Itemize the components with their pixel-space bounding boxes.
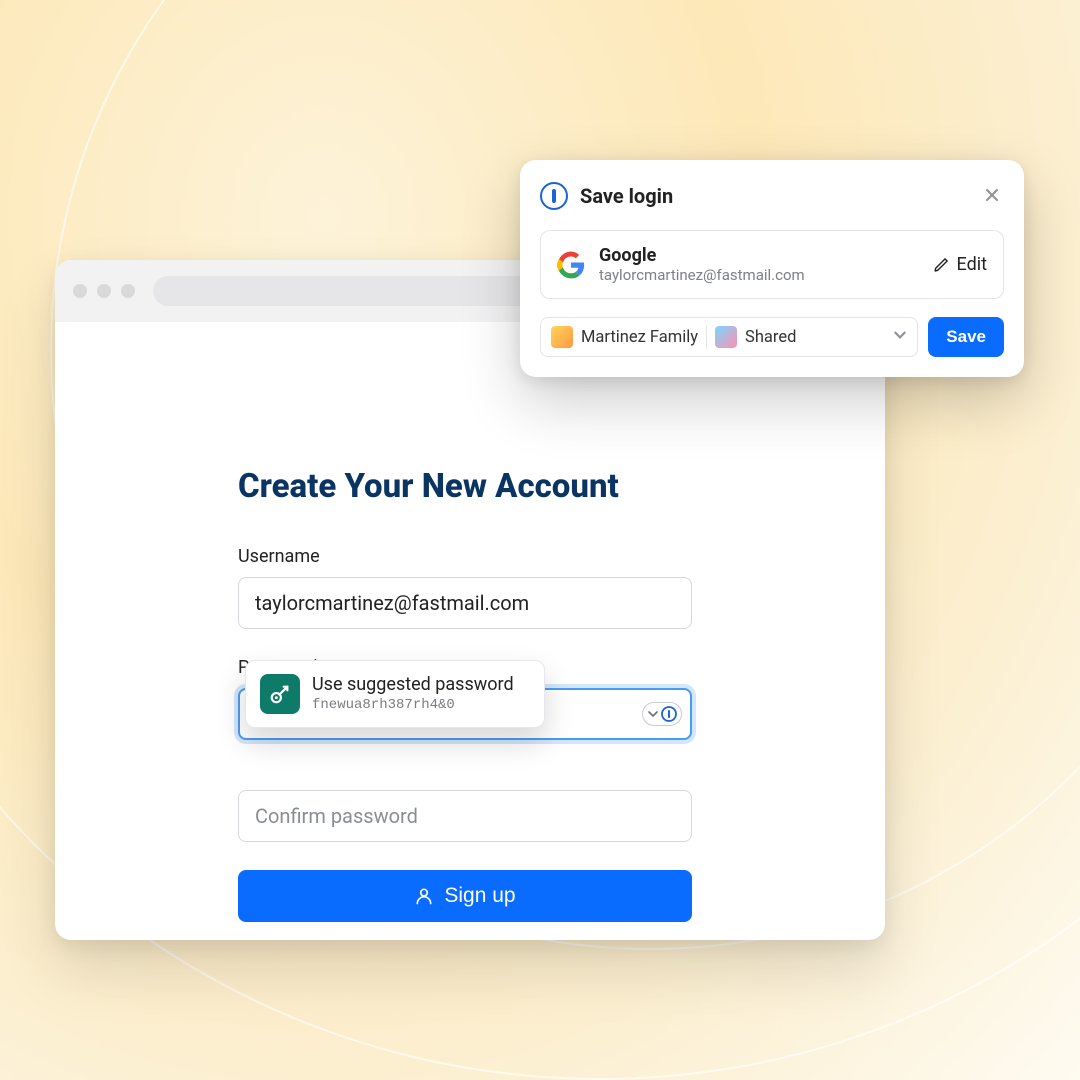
login-name: Google — [599, 245, 919, 266]
username-value: taylorcmartinez@fastmail.com — [255, 591, 529, 615]
chevron-down-icon — [893, 328, 907, 347]
vault-picker[interactable]: Martinez Family Shared — [540, 317, 918, 357]
username-field[interactable]: taylorcmartinez@fastmail.com — [238, 577, 692, 629]
confirm-placeholder: Confirm password — [255, 804, 418, 828]
edit-label: Edit — [957, 254, 987, 275]
vault-name: Shared — [745, 328, 796, 347]
separator — [706, 326, 707, 348]
popup-title: Save login — [580, 184, 968, 208]
page-content: Create Your New Account Username taylorc… — [55, 322, 885, 922]
login-email: taylorcmartinez@fastmail.com — [599, 266, 919, 284]
shared-vault-icon — [715, 326, 737, 348]
confirm-password-field[interactable]: Confirm password — [238, 790, 692, 842]
suggestion-title: Use suggested password — [312, 674, 514, 695]
onepassword-inline-widget[interactable] — [642, 702, 682, 726]
user-icon — [414, 886, 434, 906]
login-item-card[interactable]: Google taylorcmartinez@fastmail.com Edit — [540, 230, 1004, 299]
window-dot — [73, 284, 87, 298]
vault-account: Martinez Family — [581, 328, 698, 347]
suggestion-value: fnewua8rh387rh4&0 — [312, 697, 514, 713]
signup-label: Sign up — [444, 884, 515, 908]
onepassword-icon — [540, 182, 568, 210]
save-login-popup: Save login Google taylorcmartinez@fastma… — [520, 160, 1024, 377]
password-suggestion-dropdown[interactable]: Use suggested password fnewua8rh387rh4&0 — [245, 660, 545, 728]
save-button[interactable]: Save — [928, 317, 1004, 357]
suggestion-text: Use suggested password fnewua8rh387rh4&0 — [312, 674, 514, 713]
pencil-icon — [933, 256, 950, 273]
username-label: Username — [238, 546, 702, 567]
chevron-down-icon — [647, 708, 659, 720]
edit-button[interactable]: Edit — [933, 254, 987, 275]
window-controls — [73, 284, 135, 298]
close-icon[interactable] — [980, 180, 1004, 212]
window-dot — [121, 284, 135, 298]
page-title: Create Your New Account — [238, 467, 702, 506]
google-icon — [557, 251, 585, 279]
signup-button[interactable]: Sign up — [238, 870, 692, 922]
window-dot — [97, 284, 111, 298]
key-icon — [260, 674, 300, 714]
onepassword-icon — [661, 706, 677, 722]
family-icon — [551, 326, 573, 348]
